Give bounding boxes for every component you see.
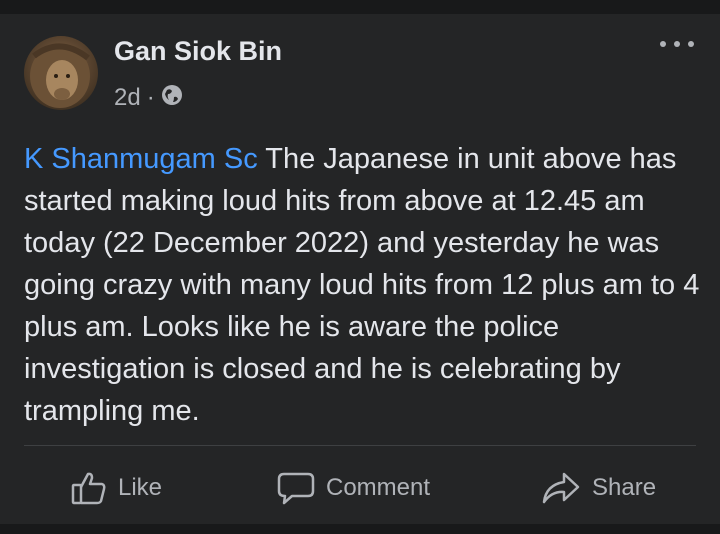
comment-button[interactable]: Comment xyxy=(276,468,430,508)
avatar[interactable] xyxy=(24,36,98,110)
like-button[interactable]: Like xyxy=(70,468,162,508)
share-label: Share xyxy=(592,474,657,501)
post-time[interactable]: 2d xyxy=(114,84,141,112)
comment-icon xyxy=(277,472,315,505)
share-arrow-icon xyxy=(542,472,580,504)
post-card: Gan Siok Bin 2d · K Shanmugam Sc The Jap… xyxy=(0,14,720,524)
thumbs-up-icon xyxy=(71,472,106,505)
comment-label: Comment xyxy=(326,474,431,501)
author-name[interactable]: Gan Siok Bin xyxy=(114,36,282,67)
post-body-text: The Japanese in unit above has started m… xyxy=(24,143,700,427)
post-text: K Shanmugam Sc The Japanese in unit abov… xyxy=(24,138,704,432)
share-button[interactable]: Share xyxy=(540,468,656,508)
more-options-icon[interactable] xyxy=(660,34,694,54)
like-label: Like xyxy=(118,474,163,501)
post-meta: 2d · xyxy=(114,84,183,112)
lion-avatar-image xyxy=(30,43,90,108)
meta-separator: · xyxy=(146,84,155,111)
mention-link[interactable]: K Shanmugam Sc xyxy=(24,143,258,175)
action-bar: Like Comment Share xyxy=(0,446,720,524)
globe-icon[interactable] xyxy=(161,84,183,113)
